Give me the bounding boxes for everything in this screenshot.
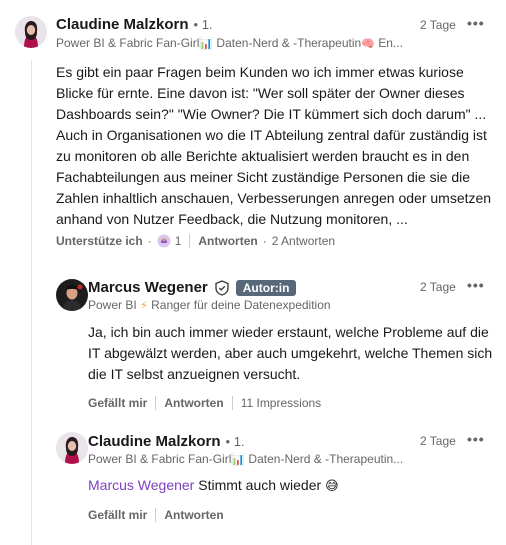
headline-part: Power BI & Fabric Fan-Girl bbox=[56, 36, 200, 50]
brain-emoji-icon: 🧠 bbox=[361, 37, 375, 50]
divider bbox=[155, 396, 157, 410]
reply-text: Marcus Wegener Stimmt auch wieder 😅 bbox=[88, 475, 496, 497]
separator-dot: · bbox=[262, 234, 267, 248]
author-name[interactable]: Claudine Malzkorn bbox=[88, 433, 221, 450]
comment-time: 2 Tage bbox=[420, 18, 456, 32]
more-options-icon[interactable]: ••• bbox=[467, 277, 485, 293]
author-badge: Autor:in bbox=[235, 279, 297, 296]
replies-count[interactable]: 2 Antworten bbox=[272, 234, 335, 248]
chart-emoji-icon: 📊 bbox=[231, 453, 246, 466]
separator-dot: · bbox=[147, 234, 152, 248]
headline-part: Power BI bbox=[88, 298, 137, 312]
reply-actions: Gefällt mir Antworten 11 Impressions bbox=[88, 396, 321, 410]
comment-text: Es gibt ein paar Fragen beim Kunden wo i… bbox=[56, 64, 492, 227]
like-button[interactable]: Gefällt mir bbox=[88, 508, 147, 522]
reply-button[interactable]: Antworten bbox=[164, 396, 223, 410]
support-button[interactable]: Unterstütze ich bbox=[56, 234, 143, 248]
comment-actions: Unterstütze ich · 1 Antworten · 2 Antwor… bbox=[56, 234, 335, 248]
chart-emoji-icon: 📊 bbox=[199, 37, 214, 50]
author-name[interactable]: Claudine Malzkorn bbox=[56, 16, 189, 33]
divider bbox=[155, 508, 157, 522]
more-options-icon[interactable]: ••• bbox=[467, 15, 485, 31]
more-options-icon[interactable]: ••• bbox=[467, 431, 485, 447]
reply-time: 2 Tage bbox=[420, 434, 456, 448]
headline-part: En... bbox=[378, 36, 403, 50]
author-headline: Power BI ⚡ Ranger für deine Datenexpedit… bbox=[88, 298, 408, 312]
reply-text: Ja, ich bin auch immer wieder erstaunt, … bbox=[88, 324, 493, 382]
reaction-count[interactable]: 1 bbox=[175, 234, 182, 248]
reply-button[interactable]: Antworten bbox=[198, 234, 257, 248]
divider bbox=[189, 234, 191, 248]
grin-sweat-emoji-icon: 😅 bbox=[325, 479, 339, 494]
like-button[interactable]: Gefällt mir bbox=[88, 396, 147, 410]
reply-header: Claudine Malzkorn • 1. bbox=[88, 433, 245, 450]
headline-part: Daten-Nerd & -Therapeutin bbox=[216, 36, 362, 50]
mention-link[interactable]: Marcus Wegener bbox=[88, 477, 194, 493]
verified-shield-icon bbox=[215, 279, 229, 296]
divider bbox=[231, 396, 233, 410]
avatar-marcus[interactable] bbox=[56, 279, 88, 311]
author-headline: Power BI & Fabric Fan-Girl📊 Daten-Nerd &… bbox=[56, 36, 406, 50]
thread-line bbox=[31, 60, 32, 545]
reply-text-content: Stimmt auch wieder bbox=[198, 477, 322, 493]
impressions-count[interactable]: 11 Impressions bbox=[241, 396, 321, 410]
lightning-icon: ⚡ bbox=[140, 300, 148, 312]
comment-header: Claudine Malzkorn • 1. bbox=[56, 16, 213, 33]
headline-part: Ranger für deine Datenexpedition bbox=[151, 298, 331, 312]
reply-time: 2 Tage bbox=[420, 280, 456, 294]
support-reaction-icon[interactable] bbox=[157, 234, 171, 248]
headline-part: Power BI & Fabric Fan-Girl bbox=[88, 452, 232, 466]
author-headline: Power BI & Fabric Fan-Girl📊 Daten-Nerd &… bbox=[88, 452, 408, 466]
avatar-claudine[interactable] bbox=[15, 16, 47, 48]
headline-part: Daten-Nerd & -Therapeutin... bbox=[248, 452, 404, 466]
reply-actions: Gefällt mir Antworten bbox=[88, 508, 224, 522]
avatar-claudine[interactable] bbox=[56, 432, 88, 464]
author-name[interactable]: Marcus Wegener bbox=[88, 279, 208, 296]
connection-degree: • 1. bbox=[193, 17, 213, 32]
connection-degree: • 1. bbox=[225, 434, 245, 449]
reply-button[interactable]: Antworten bbox=[164, 508, 223, 522]
reply-header: Marcus Wegener Autor:in bbox=[88, 279, 297, 296]
